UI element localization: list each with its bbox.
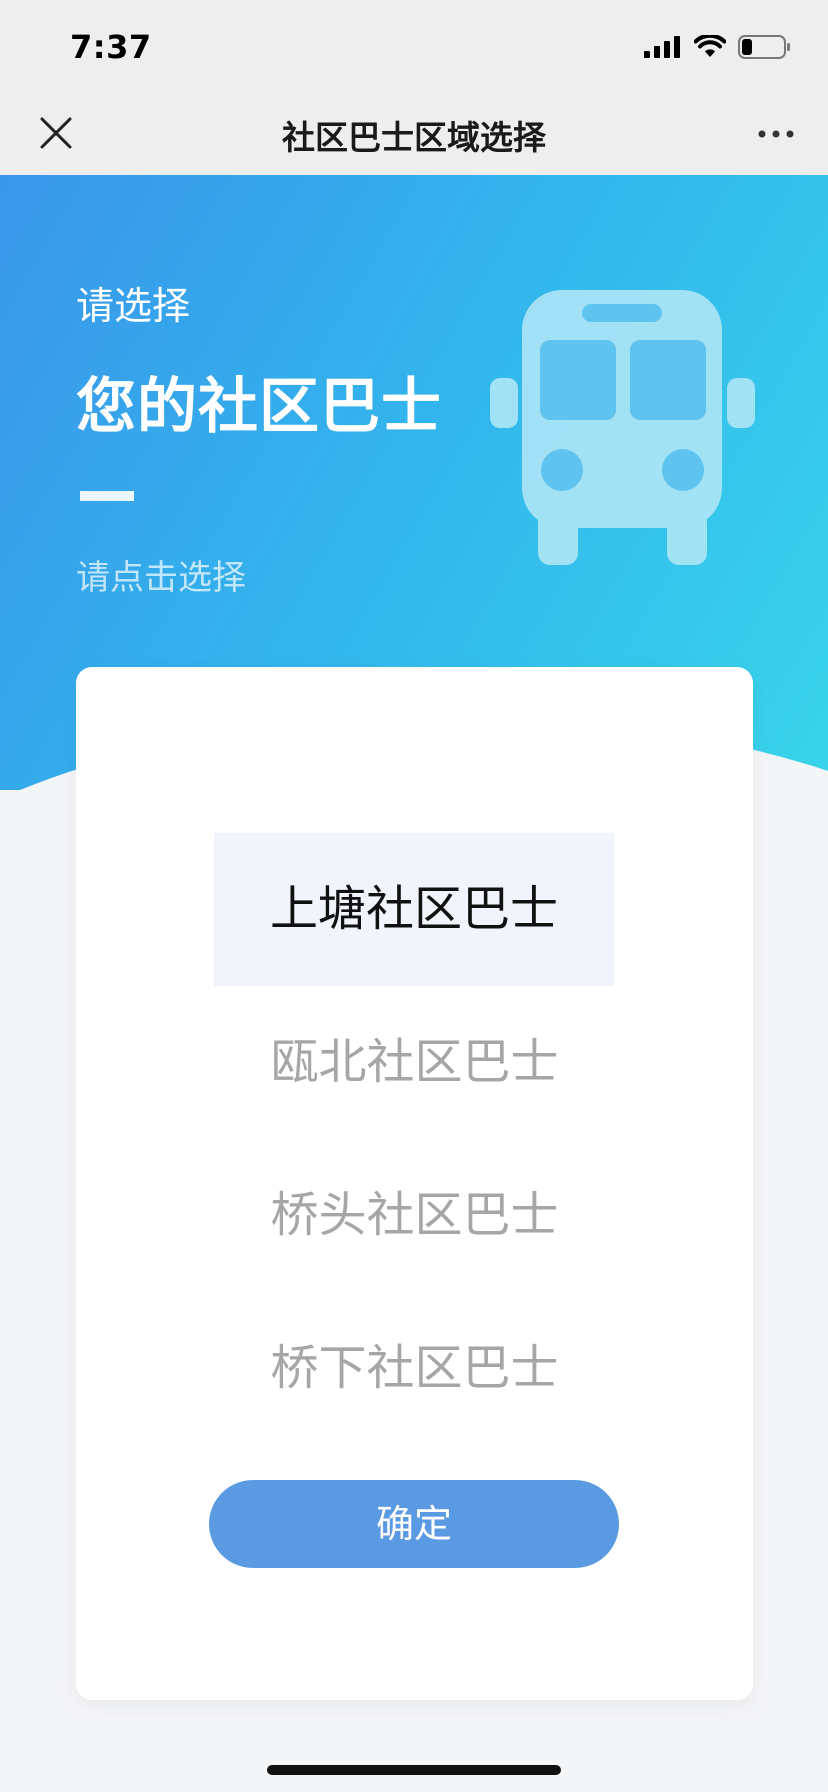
page-title: 社区巴士区域选择 xyxy=(282,118,546,157)
status-time: 7:37 xyxy=(70,28,152,66)
hero-divider xyxy=(80,491,134,501)
more-icon[interactable] xyxy=(756,119,796,149)
option-oubei[interactable]: 瓯北社区巴士 xyxy=(76,986,753,1139)
confirm-button[interactable]: 确定 xyxy=(209,1480,619,1568)
option-qiaotou[interactable]: 桥头社区巴士 xyxy=(76,1139,753,1292)
bus-icon xyxy=(490,290,755,565)
battery-icon xyxy=(738,35,790,59)
signal-icon xyxy=(644,36,680,58)
hero-big-title: 您的社区巴士 xyxy=(76,372,442,442)
option-shangtang[interactable]: 上塘社区巴士 xyxy=(214,833,614,986)
hero-small-title: 请选择 xyxy=(76,284,191,328)
selection-card: 上塘社区巴士 瓯北社区巴士 桥头社区巴士 桥下社区巴士 确定 xyxy=(76,667,753,1700)
wifi-icon xyxy=(694,35,726,57)
status-bar: 7:37 xyxy=(0,0,828,95)
home-indicator[interactable] xyxy=(267,1765,561,1775)
status-icons xyxy=(644,34,792,60)
hero-hint: 请点击选择 xyxy=(76,558,246,598)
nav-bar: 社区巴士区域选择 xyxy=(0,95,828,175)
option-qiaoxia[interactable]: 桥下社区巴士 xyxy=(76,1292,753,1445)
